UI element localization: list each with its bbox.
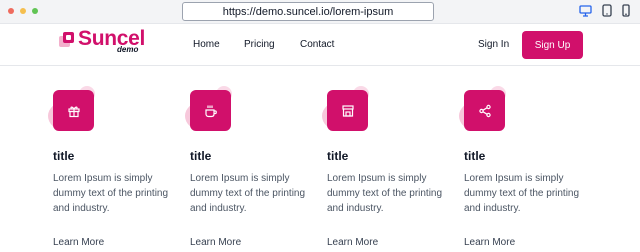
nav-home[interactable]: Home xyxy=(193,39,220,50)
learn-more-link[interactable]: Learn More xyxy=(190,237,241,248)
feature-card: title Lorem Ipsum is simply dummy text o… xyxy=(48,86,183,248)
share-icon xyxy=(464,90,505,131)
device-preview-switcher xyxy=(579,4,630,22)
learn-more-link[interactable]: Learn More xyxy=(327,237,378,248)
feature-description: Lorem Ipsum is simply dummy text of the … xyxy=(464,173,580,214)
feature-description: Lorem Ipsum is simply dummy text of the … xyxy=(327,173,443,214)
address-bar[interactable]: https://demo.suncel.io/lorem-ipsum xyxy=(182,2,434,21)
feature-card: title Lorem Ipsum is simply dummy text o… xyxy=(185,86,320,248)
desktop-icon[interactable] xyxy=(579,4,592,22)
feature-card: title Lorem Ipsum is simply dummy text o… xyxy=(322,86,457,248)
nav-contact[interactable]: Contact xyxy=(300,39,334,50)
feature-title: title xyxy=(327,149,349,163)
logo-mark-icon xyxy=(59,32,74,47)
feature-icon-wrap xyxy=(459,86,506,132)
feature-description: Lorem Ipsum is simply dummy text of the … xyxy=(53,173,169,214)
feature-icon-wrap xyxy=(48,86,95,132)
feature-title: title xyxy=(53,149,75,163)
store-icon xyxy=(327,90,368,131)
sign-up-button[interactable]: Sign Up xyxy=(522,31,583,59)
gift-icon xyxy=(53,90,94,131)
maximize-window-dot[interactable] xyxy=(32,8,38,14)
mobile-icon[interactable] xyxy=(622,4,630,22)
feature-card: title Lorem Ipsum is simply dummy text o… xyxy=(459,86,594,248)
feature-title: title xyxy=(190,149,212,163)
logo-subtitle: demo xyxy=(117,45,139,54)
close-window-dot[interactable] xyxy=(8,8,14,14)
site-header: Suncel demo Home Pricing Contact Sign In… xyxy=(0,24,640,66)
window-controls xyxy=(8,8,38,14)
learn-more-link[interactable]: Learn More xyxy=(464,237,515,248)
tablet-icon[interactable] xyxy=(602,4,612,22)
minimize-window-dot[interactable] xyxy=(20,8,26,14)
feature-icon-wrap xyxy=(322,86,369,132)
sign-in-link[interactable]: Sign In xyxy=(478,39,509,50)
feature-description: Lorem Ipsum is simply dummy text of the … xyxy=(190,173,306,214)
feature-title: title xyxy=(464,149,486,163)
coffee-icon xyxy=(190,90,231,131)
feature-icon-wrap xyxy=(185,86,232,132)
learn-more-link[interactable]: Learn More xyxy=(53,237,104,248)
browser-toolbar: https://demo.suncel.io/lorem-ipsum xyxy=(0,0,640,24)
nav-pricing[interactable]: Pricing xyxy=(244,39,275,50)
